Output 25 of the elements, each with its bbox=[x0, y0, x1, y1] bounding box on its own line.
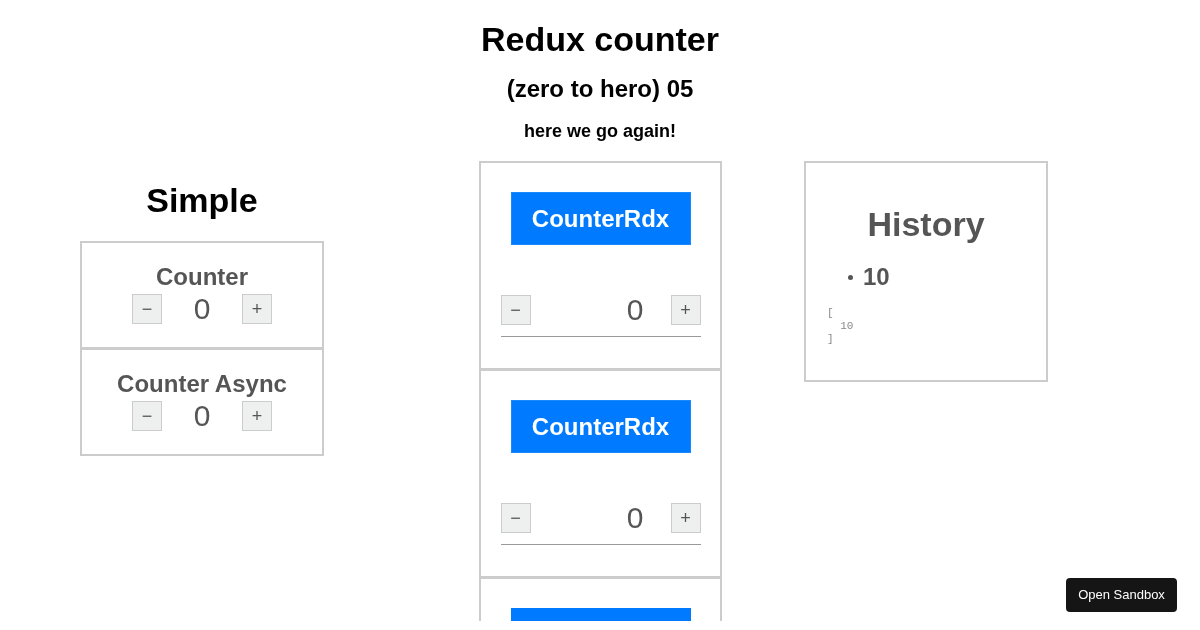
history-item: 10 bbox=[863, 263, 890, 291]
bullet-icon bbox=[848, 274, 853, 280]
decrement-button[interactable]: − bbox=[500, 503, 531, 533]
counter-value: 0 bbox=[626, 502, 644, 534]
counter-value: 0 bbox=[192, 293, 212, 325]
counter-rdx-button[interactable]: CounterRdx bbox=[510, 192, 691, 245]
section-heading: Simple bbox=[146, 180, 258, 221]
history-json: [ 10 ] bbox=[827, 307, 855, 346]
counter-rdx-button[interactable]: CounterRdx bbox=[510, 400, 691, 453]
increment-button[interactable]: + bbox=[670, 503, 701, 533]
open-sandbox-button[interactable]: Open Sandbox bbox=[1066, 578, 1177, 612]
decrement-button[interactable]: − bbox=[132, 401, 162, 431]
increment-button[interactable]: + bbox=[242, 294, 272, 324]
increment-button[interactable]: + bbox=[242, 401, 272, 431]
tagline: here we go again! bbox=[523, 120, 676, 142]
page-title: Redux counter bbox=[480, 19, 719, 60]
history-heading: History bbox=[866, 204, 986, 245]
decrement-button[interactable]: − bbox=[500, 295, 531, 325]
counter-label: Counter Async bbox=[117, 370, 287, 398]
counter-value: 0 bbox=[626, 294, 644, 326]
counter-label: Counter bbox=[156, 263, 248, 291]
increment-button[interactable]: + bbox=[670, 295, 701, 325]
decrement-button[interactable]: − bbox=[132, 294, 162, 324]
counter-value: 0 bbox=[192, 400, 212, 432]
page-subtitle: (zero to hero) 05 bbox=[506, 74, 694, 104]
